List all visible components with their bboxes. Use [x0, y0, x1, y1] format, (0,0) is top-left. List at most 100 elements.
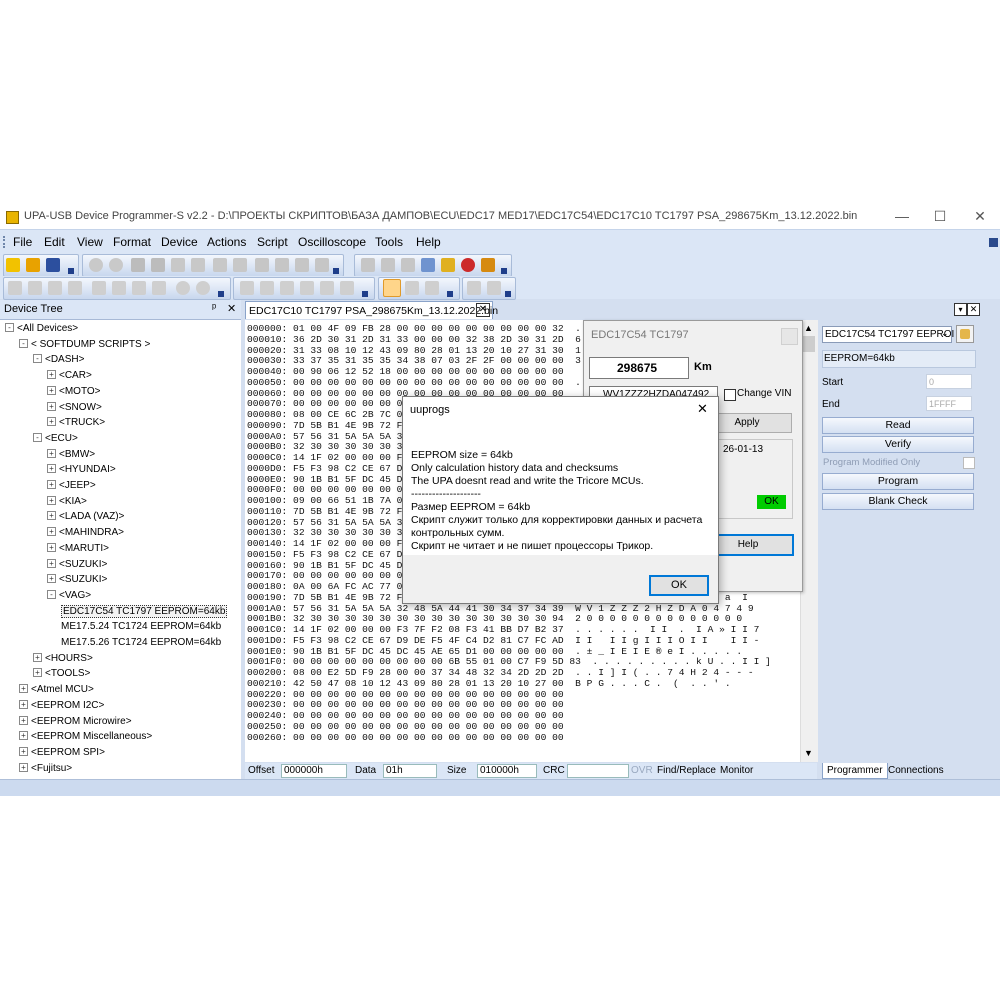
maximize-button[interactable]: ☐ — [926, 206, 954, 226]
close-button[interactable]: ✕ — [966, 206, 994, 226]
grid-icon[interactable] — [401, 258, 415, 272]
first-icon[interactable] — [92, 281, 106, 295]
chip-icon[interactable] — [381, 258, 395, 272]
toolbar-dropdown-icon[interactable] — [218, 291, 224, 297]
view-2-icon[interactable] — [260, 281, 274, 295]
play-icon[interactable] — [467, 281, 481, 295]
swap-icon[interactable] — [275, 258, 289, 272]
offset-field[interactable]: 000000h — [281, 764, 347, 778]
tree-node[interactable]: + <CAR> — [47, 369, 92, 382]
menu-view[interactable]: View — [77, 235, 103, 249]
stop-icon[interactable] — [176, 281, 190, 295]
tree-node[interactable]: ME17.5.26 TC1724 EEPROM=64kb — [61, 636, 221, 649]
hex-row[interactable]: 000150: F5 F3 98 C2 CE 67 D9 DE — [247, 549, 425, 561]
program-modified-checkbox[interactable] — [963, 457, 975, 469]
document-icon[interactable] — [255, 258, 269, 272]
menu-tools[interactable]: Tools — [375, 235, 403, 249]
tree-node[interactable]: - <VAG> — [47, 589, 91, 602]
next-icon[interactable] — [132, 281, 146, 295]
tabs-close-icon[interactable]: ✕ — [967, 303, 980, 316]
tree-node[interactable]: + <LADA (VAZ)> — [47, 510, 124, 523]
hex-row[interactable]: 000040: 00 90 06 12 52 18 00 00 00 00 00… — [247, 366, 564, 378]
tree-node[interactable]: + <EEPROM SPI> — [19, 746, 105, 759]
tree-node[interactable]: + <EEPROM Miscellaneous> — [19, 730, 152, 743]
scroll-thumb[interactable] — [803, 336, 815, 352]
menu-oscilloscope[interactable]: Oscilloscope — [298, 235, 366, 249]
hex-row[interactable]: 0001C0: 14 1F 02 00 00 00 F3 7F F2 08 F3… — [247, 624, 759, 636]
pin-icon[interactable]: ᵖ — [212, 302, 216, 314]
tab-programmer[interactable]: Programmer — [822, 763, 888, 779]
start-field[interactable]: 0 — [926, 374, 972, 389]
cursor-icon[interactable] — [8, 281, 22, 295]
tab-connections[interactable]: Connections — [884, 763, 948, 778]
hex-row[interactable]: 000000: 01 00 4F 09 FB 28 00 00 00 00 00… — [247, 323, 592, 335]
minimize-button[interactable]: — — [888, 206, 916, 226]
expand-icon[interactable]: + — [47, 417, 56, 427]
monitor-tab[interactable]: Monitor — [720, 765, 753, 776]
tree-node[interactable]: + <TOOLS> — [33, 667, 90, 680]
expand-icon[interactable]: + — [47, 464, 56, 474]
bug-icon[interactable] — [461, 258, 475, 272]
document-tab[interactable]: EDC17C10 TC1797 PSA_298675Km_13.12.2022.… — [245, 301, 498, 319]
verify-button[interactable]: Verify — [822, 436, 974, 453]
tree-node[interactable]: + <MARUTI> — [47, 542, 109, 555]
hex-row[interactable]: 0000D0: F5 F3 98 C2 CE 67 D9 DE — [247, 463, 425, 475]
expand-icon[interactable]: + — [19, 715, 28, 725]
tree-node[interactable]: - <ECU> — [33, 432, 78, 445]
tree-node[interactable]: + <BMW> — [47, 448, 95, 461]
stop-square-icon[interactable] — [487, 281, 501, 295]
hex-row[interactable]: 0000C0: 14 1F 02 00 00 00 F3 7F — [247, 452, 425, 464]
tree-node[interactable]: + <EEPROM Microwire> — [19, 715, 132, 728]
zoom-icon[interactable] — [405, 281, 419, 295]
expand-icon[interactable]: + — [19, 731, 28, 741]
script-dialog-close-icon[interactable] — [781, 328, 798, 345]
blank-check-button[interactable]: Blank Check — [822, 493, 974, 510]
collapse-icon[interactable]: - — [47, 589, 56, 599]
hex-row[interactable]: 0001D0: F5 F3 98 C2 CE 67 D9 DE F5 4F C4… — [247, 635, 759, 647]
hex-row[interactable]: 000080: 08 00 CE 6C 2B 7C 01 00 — [247, 409, 425, 421]
toolbar-dropdown-icon[interactable] — [362, 291, 368, 297]
find-replace-tab[interactable]: Find/Replace — [657, 765, 716, 776]
hex-row[interactable]: 000010: 36 2D 30 31 2D 31 33 00 00 00 32… — [247, 334, 615, 346]
message-box-close-icon[interactable]: ✕ — [697, 401, 708, 417]
menu-actions[interactable]: Actions — [207, 235, 246, 249]
tree-node[interactable]: + <SUZUKI> — [47, 558, 107, 571]
collapse-icon[interactable]: - — [19, 338, 28, 348]
hex-row[interactable]: 000140: 14 1F 02 00 00 00 F3 7F — [247, 538, 425, 550]
device-tree-close-icon[interactable]: ✕ — [227, 302, 236, 315]
km-field[interactable]: 298675 — [589, 357, 689, 379]
expand-icon[interactable]: + — [33, 652, 42, 662]
undo-icon[interactable] — [89, 258, 103, 272]
collapse-icon[interactable]: - — [5, 323, 14, 332]
hex-row[interactable]: 000210: 42 50 47 08 10 12 43 09 80 28 01… — [247, 678, 731, 690]
device-icon[interactable] — [361, 258, 375, 272]
hex-row[interactable]: 000260: 00 00 00 00 00 00 00 00 00 00 00… — [247, 732, 564, 744]
move-icon[interactable] — [28, 281, 42, 295]
view-4-icon[interactable] — [300, 281, 314, 295]
delete-icon[interactable] — [191, 258, 205, 272]
pointer-icon[interactable] — [441, 258, 455, 272]
expand-icon[interactable]: + — [47, 511, 56, 521]
sigma-icon[interactable] — [481, 258, 495, 272]
new-icon[interactable] — [6, 258, 20, 272]
tree-node[interactable]: + <JEEP> — [47, 479, 96, 492]
program-button[interactable]: Program — [822, 473, 974, 490]
menu-help[interactable]: Help — [416, 235, 441, 249]
tree-node[interactable]: + <SNOW> — [47, 401, 102, 414]
open-icon[interactable] — [26, 258, 40, 272]
tree-node[interactable]: + <TRUCK> — [47, 416, 105, 429]
chart-icon[interactable] — [295, 258, 309, 272]
expand-icon[interactable]: + — [19, 762, 28, 772]
paste-icon[interactable] — [171, 258, 185, 272]
expand-icon[interactable] — [425, 281, 439, 295]
hex-row[interactable]: 000050: 00 00 00 00 00 00 00 00 00 00 00… — [247, 377, 615, 389]
last-icon[interactable] — [152, 281, 166, 295]
device-select[interactable]: EDC17C54 TC1797 EEPROI ⌄ — [822, 326, 954, 343]
tree-node[interactable]: + <MOTO> — [47, 385, 101, 398]
change-vin-checkbox[interactable] — [724, 389, 736, 401]
find-icon[interactable] — [213, 258, 227, 272]
size-field[interactable]: 010000h — [477, 764, 537, 778]
tree-node[interactable]: + <HYUNDAI> — [47, 463, 116, 476]
expand-icon[interactable]: + — [47, 574, 56, 584]
data-field[interactable]: 01h — [383, 764, 437, 778]
